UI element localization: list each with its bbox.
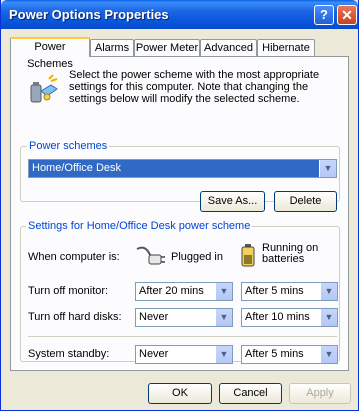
power-schemes-group-label: Power schemes [27, 140, 110, 152]
when-computer-is-label: When computer is: [28, 251, 120, 263]
chevron-down-icon[interactable]: ▼ [215, 346, 232, 363]
chevron-down-icon[interactable]: ▼ [320, 346, 337, 363]
standby-plugged-value: Never [139, 348, 169, 360]
monitor-battery-value: After 5 mins [245, 285, 304, 297]
standby-battery-value: After 5 mins [245, 348, 304, 360]
title-bar[interactable]: Power Options Properties ? ✕ [1, 0, 358, 29]
chevron-down-icon[interactable]: ▼ [320, 309, 337, 326]
settings-divider [28, 336, 337, 338]
hard-disks-battery-value: After 10 mins [245, 311, 310, 323]
standby-plugged-select[interactable]: Never ▼ [135, 345, 233, 364]
tab-power-meter[interactable]: Power Meter [134, 39, 200, 56]
turn-off-monitor-label: Turn off monitor: [28, 285, 109, 297]
plug-icon [136, 246, 165, 265]
close-button[interactable]: ✕ [337, 5, 357, 25]
hard-disks-plugged-value: Never [139, 311, 169, 323]
monitor-battery-select[interactable]: After 5 mins ▼ [241, 282, 338, 301]
chevron-down-icon[interactable]: ▼ [320, 283, 337, 300]
system-standby-label: System standby: [28, 348, 110, 360]
chevron-down-icon[interactable]: ▼ [215, 309, 232, 326]
window-title: Power Options Properties [9, 7, 169, 22]
plugged-in-label: Plugged in [171, 251, 223, 263]
tab-power-schemes[interactable]: Power Schemes [10, 37, 90, 70]
tab-alarms[interactable]: Alarms [90, 39, 134, 56]
save-as-button[interactable]: Save As... [200, 191, 265, 212]
tab-panel: Select the power scheme with the most ap… [10, 56, 349, 371]
turn-off-hard-disks-label: Turn off hard disks: [28, 311, 122, 323]
power-options-window: Power Options Properties ? ✕ Power Schem… [0, 0, 359, 411]
monitor-plugged-value: After 20 mins [139, 285, 204, 297]
chevron-down-icon[interactable]: ▼ [215, 283, 232, 300]
running-on-batteries-label: Running on batteries [262, 242, 319, 265]
power-scheme-value: Home/Office Desk [32, 162, 122, 174]
hard-disks-battery-select[interactable]: After 10 mins ▼ [241, 308, 338, 327]
tab-advanced[interactable]: Advanced [200, 39, 257, 56]
intro-text: Select the power scheme with the most ap… [69, 69, 320, 105]
hard-disks-plugged-select[interactable]: Never ▼ [135, 308, 233, 327]
standby-battery-select[interactable]: After 5 mins ▼ [241, 345, 338, 364]
battery-icon [241, 244, 255, 267]
monitor-plugged-select[interactable]: After 20 mins ▼ [135, 282, 233, 301]
power-scheme-icon [30, 74, 58, 103]
delete-button[interactable]: Delete [274, 191, 337, 212]
ok-button[interactable]: OK [148, 383, 212, 404]
chevron-down-icon[interactable]: ▼ [319, 160, 336, 177]
cancel-button[interactable]: Cancel [219, 383, 282, 404]
help-button[interactable]: ? [314, 5, 334, 25]
apply-button[interactable]: Apply [289, 383, 351, 404]
tab-hibernate[interactable]: Hibernate [257, 39, 315, 56]
settings-group-label: Settings for Home/Office Desk power sche… [26, 220, 253, 232]
power-scheme-select[interactable]: Home/Office Desk ▼ [28, 159, 337, 178]
